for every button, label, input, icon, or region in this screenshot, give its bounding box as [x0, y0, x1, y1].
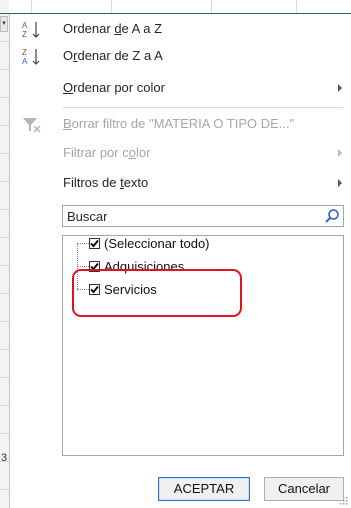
search-icon — [325, 209, 339, 223]
list-item-label: (Seleccionar todo) — [104, 236, 210, 251]
gridline — [0, 377, 9, 378]
column-divider — [111, 0, 112, 14]
gridline — [0, 265, 9, 266]
column-divider — [296, 0, 297, 14]
resize-grip-icon[interactable] — [340, 497, 348, 505]
sort-ascending-icon: A Z — [22, 21, 40, 39]
gridline — [0, 489, 9, 490]
spreadsheet-header-row — [9, 0, 351, 14]
gridline — [0, 293, 9, 294]
checkmark-icon — [90, 239, 99, 248]
gridline — [0, 433, 9, 434]
filter-by-color-label: Filtrar por color — [63, 145, 151, 160]
gridline — [0, 125, 9, 126]
row-number: 3 — [1, 452, 8, 464]
sort-z-to-a-item[interactable]: Z A Ordenar de Z a A — [10, 44, 351, 70]
gridline — [0, 69, 9, 70]
svg-text:Z: Z — [22, 48, 27, 57]
clear-filter-label: Borrar filtro de "MATERIA O TIPO DE..." — [63, 116, 295, 131]
ok-button[interactable]: ACEPTAR — [158, 477, 250, 501]
gridline — [0, 209, 9, 210]
row-header-strip — [0, 0, 9, 508]
svg-text:Z: Z — [22, 30, 27, 39]
menu-separator — [63, 107, 343, 108]
gridline — [0, 321, 9, 322]
list-item-select-all[interactable]: (Seleccionar todo) — [63, 236, 323, 254]
svg-text:A: A — [22, 57, 28, 66]
gridline — [0, 349, 9, 350]
search-input[interactable]: Buscar — [62, 205, 344, 227]
highlight-annotation — [72, 269, 242, 317]
text-filters-item[interactable]: Filtros de texto — [10, 171, 351, 197]
gridline — [0, 41, 9, 42]
search-placeholder: Buscar — [67, 209, 108, 224]
gridline — [0, 181, 9, 182]
clear-filter-icon — [23, 118, 41, 133]
select-all-checkbox[interactable] — [89, 238, 100, 249]
sort-z-to-a-label: Ordenar de Z a A — [63, 48, 163, 63]
clear-filter-item[interactable]: Borrar filtro de "MATERIA O TIPO DE..." — [10, 112, 351, 138]
sort-a-to-z-label: Ordenar de A a Z — [63, 21, 163, 36]
column-divider — [211, 0, 212, 14]
submenu-arrow-icon — [338, 84, 342, 92]
filter-dropdown-button[interactable]: ▾ — [0, 16, 8, 32]
sort-by-color-label: Ordenar por color — [63, 80, 165, 95]
autofilter-menu: A Z Ordenar de A a Z Z A Ordenar de Z a … — [9, 14, 351, 508]
sort-a-to-z-item[interactable]: A Z Ordenar de A a Z — [10, 17, 351, 43]
cancel-button[interactable]: Cancelar — [264, 477, 344, 501]
submenu-arrow-icon — [338, 179, 342, 187]
filter-by-color-item[interactable]: Filtrar por color — [10, 141, 351, 167]
gridline — [0, 153, 9, 154]
sort-by-color-item[interactable]: Ordenar por color — [10, 76, 351, 102]
column-divider — [31, 0, 32, 14]
gridline — [0, 237, 9, 238]
svg-text:A: A — [22, 21, 28, 30]
gridline — [0, 405, 9, 406]
text-filters-label: Filtros de texto — [63, 175, 149, 190]
sort-descending-icon: Z A — [22, 48, 40, 66]
gridline — [0, 97, 9, 98]
submenu-arrow-icon — [338, 149, 342, 157]
